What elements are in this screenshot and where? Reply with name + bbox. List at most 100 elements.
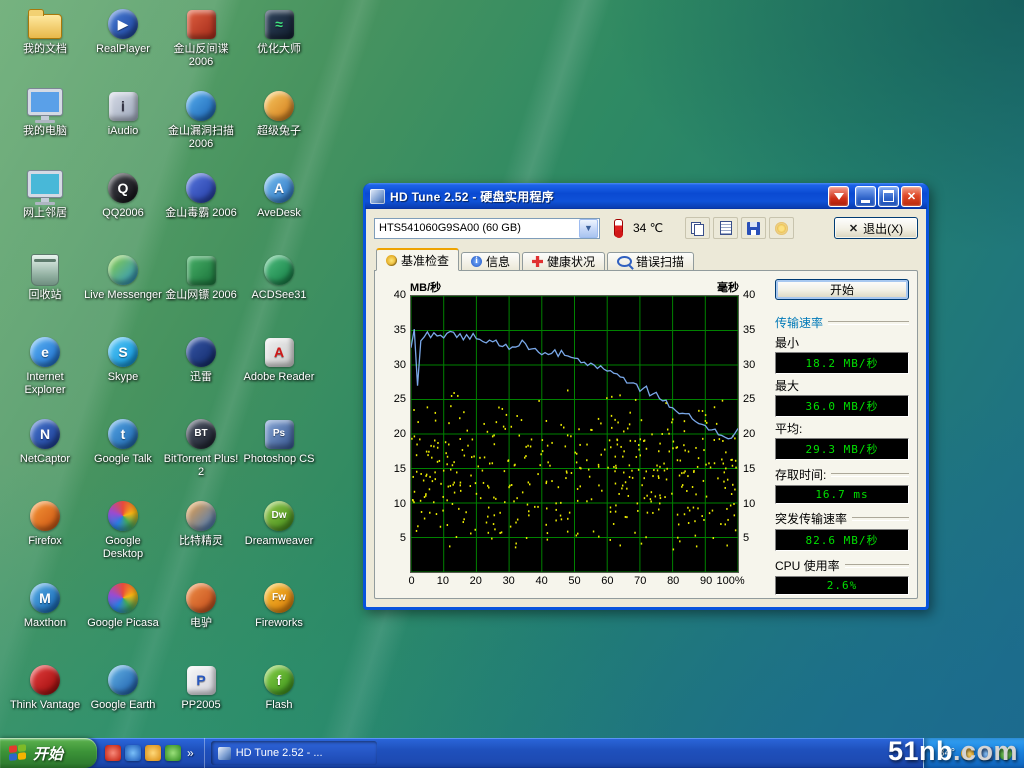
copy-text-button[interactable] — [713, 217, 738, 239]
info-tab-icon — [471, 256, 482, 267]
icon-glyph: Q — [118, 181, 129, 195]
health-tab-icon — [532, 256, 543, 267]
taskbar-task-hdtune[interactable]: HD Tune 2.52 - ... — [211, 741, 377, 765]
tray-icon-1[interactable] — [961, 747, 974, 760]
desktop-icon-google-earth[interactable]: Google Earth — [84, 658, 162, 740]
desktop-icon-dreamweaver[interactable]: DwDreamweaver — [240, 494, 318, 576]
tab-error-scan[interactable]: 错误扫描 — [607, 252, 694, 271]
quick-launch-icon-4[interactable] — [165, 745, 181, 761]
section-header: 存取时间: — [775, 466, 909, 483]
section-header: 突发传输速率 — [775, 510, 909, 527]
desktop-icon-label: Internet Explorer — [6, 371, 84, 397]
desktop-icon-netcaptor[interactable]: NNetCaptor — [6, 412, 84, 494]
quick-launch-icon-1[interactable] — [105, 745, 121, 761]
desktop-icon-fireworks[interactable]: FwFireworks — [240, 576, 318, 658]
desktop-icon-avedesk[interactable]: A AveDesk — [240, 166, 318, 248]
desktop-icon-super-rabbit[interactable]: 超级兔子 — [240, 84, 318, 166]
desktop-icon-skype[interactable]: SSkype — [84, 330, 162, 412]
exit-button[interactable]: ✕ 退出(X) — [834, 217, 918, 239]
emule-icon — [186, 583, 216, 613]
minimize-button[interactable] — [855, 186, 876, 207]
desktop-icon-thinkvantage[interactable]: Think Vantage — [6, 658, 84, 740]
desktop-icon-adobe-reader[interactable]: AAdobe Reader — [240, 330, 318, 412]
tray-icon-2[interactable] — [980, 747, 993, 760]
desktop-icon-pp2005[interactable]: PPP2005 — [162, 658, 240, 740]
quick-launch-overflow-chevron[interactable]: » — [185, 746, 196, 760]
desktop-icon-kingsoft-antispy-2006[interactable]: 金山反间谍 2006 — [162, 2, 240, 84]
desktop-icon-google-talk[interactable]: tGoogle Talk — [84, 412, 162, 494]
desktop-icon-qq2006[interactable]: QQQ2006 — [84, 166, 162, 248]
desktop-icon-my-documents[interactable]: 我的文档 — [6, 2, 84, 84]
quick-launch: » — [97, 738, 205, 768]
y-axis-tick: 40 — [394, 289, 406, 301]
drive-temperature: 34 ℃ — [633, 221, 663, 235]
desktop-icon-emule[interactable]: 电驴 — [162, 576, 240, 658]
tab-label: 错误扫描 — [636, 253, 684, 270]
desktop-icon-photoshop-cs[interactable]: PsPhotoshop CS — [240, 412, 318, 494]
task-label: HD Tune 2.52 - ... — [236, 747, 323, 759]
desktop-icon-live-messenger[interactable]: Live Messenger — [84, 248, 162, 330]
desktop-icon-label: ACDSee31 — [251, 289, 306, 302]
desktop-icon-realplayer[interactable]: ▶RealPlayer — [84, 2, 162, 84]
titlebar[interactable]: HD Tune 2.52 - 硬盘实用程序 ✕ — [365, 183, 927, 209]
tab-bar: 基准检查信息 健康状况 错误扫描 — [374, 247, 918, 271]
minimize-icon — [861, 200, 870, 203]
benchmark-tab-icon — [386, 255, 397, 266]
desktop-icon-label: RealPlayer — [96, 43, 150, 56]
save-screenshot-button[interactable] — [741, 217, 766, 239]
start-benchmark-button[interactable]: 开始 — [775, 279, 909, 300]
x-axis-ticks: 0102030405060708090100% — [410, 573, 739, 590]
desktop-icon-internet-explorer[interactable]: eInternet Explorer — [6, 330, 84, 412]
desktop-icon-my-computer[interactable]: 我的电脑 — [6, 84, 84, 166]
desktop-icon-kingsoft-netguard-2006[interactable]: 金山网镖 2006 — [162, 248, 240, 330]
tab-benchmark[interactable]: 基准检查 — [376, 248, 459, 271]
result-value: 82.6 MB/秒 — [775, 529, 909, 551]
network-places-icon — [28, 171, 62, 197]
desktop-icon-recycle-bin[interactable]: 回收站 — [6, 248, 84, 330]
desktop-icon-network-places[interactable]: 网上邻居 — [6, 166, 84, 248]
arrow-down-icon — [834, 193, 844, 200]
quick-launch-icon-3[interactable] — [145, 745, 161, 761]
desktop-icon-label: AveDesk — [257, 207, 301, 220]
desktop-icon-kingsoft-duba-2006[interactable]: 金山毒霸 2006 — [162, 166, 240, 248]
quick-launch-icon-2[interactable] — [125, 745, 141, 761]
avedesk-icon: A — [264, 173, 294, 203]
desktop-icon-label: 优化大师 — [257, 43, 301, 56]
close-button[interactable]: ✕ — [901, 186, 922, 207]
titlebar-arrow-button[interactable] — [828, 186, 849, 207]
options-button[interactable] — [769, 217, 794, 239]
desktop-icon-kingsoft-vulnscan-2006[interactable]: 金山漏洞扫描 2006 — [162, 84, 240, 166]
tab-label: 健康状况 — [547, 253, 595, 270]
desktop-icon-thunder-xunlei[interactable]: 迅雷 — [162, 330, 240, 412]
chevron-down-icon[interactable]: ▼ — [579, 219, 598, 238]
my-documents-icon — [28, 14, 62, 39]
desktop-icon-google-picasa[interactable]: Google Picasa — [84, 576, 162, 658]
desktop-icon-flash[interactable]: fFlash — [240, 658, 318, 740]
tray-icon-3[interactable] — [999, 747, 1012, 760]
maxthon-icon: M — [30, 583, 60, 613]
desktop-icon-google-desktop[interactable]: Google Desktop — [84, 494, 162, 576]
tab-info[interactable]: 信息 — [461, 252, 520, 271]
copy-screenshot-button[interactable] — [685, 217, 710, 239]
maximize-icon — [883, 190, 894, 202]
desktop-icon-maxthon[interactable]: MMaxthon — [6, 576, 84, 658]
maximize-button[interactable] — [878, 186, 899, 207]
y-axis-tick: 15 — [394, 463, 406, 475]
y-axis-tick: 10 — [394, 498, 406, 510]
skype-icon: S — [108, 337, 138, 367]
taskbar: 开始 » HD Tune 2.52 - ... 34° — [0, 738, 1024, 768]
desktop-icon-firefox[interactable]: Firefox — [6, 494, 84, 576]
x-axis-tick: 30 — [503, 575, 515, 587]
drive-select-value: HTS541060G9SA00 (60 GB) — [375, 222, 578, 234]
y-axis-right-label: 毫秒 — [717, 279, 739, 295]
tab-health[interactable]: 健康状况 — [522, 252, 605, 271]
desktop-icon-iaudio[interactable]: iiAudio — [84, 84, 162, 166]
desktop-icon-bitspirit[interactable]: 比特精灵 — [162, 494, 240, 576]
desktop-icon-bittorrent-plus-2[interactable]: BTBitTorrent Plus! 2 — [162, 412, 240, 494]
start-label: 开始 — [33, 743, 63, 764]
start-button[interactable]: 开始 — [0, 738, 97, 768]
desktop-icon-youhua-dashi[interactable]: ≈优化大师 — [240, 2, 318, 84]
drive-select[interactable]: HTS541060G9SA00 (60 GB) ▼ — [374, 218, 600, 239]
desktop-icon-acdsee31[interactable]: ACDSee31 — [240, 248, 318, 330]
iaudio-icon: i — [109, 92, 138, 121]
